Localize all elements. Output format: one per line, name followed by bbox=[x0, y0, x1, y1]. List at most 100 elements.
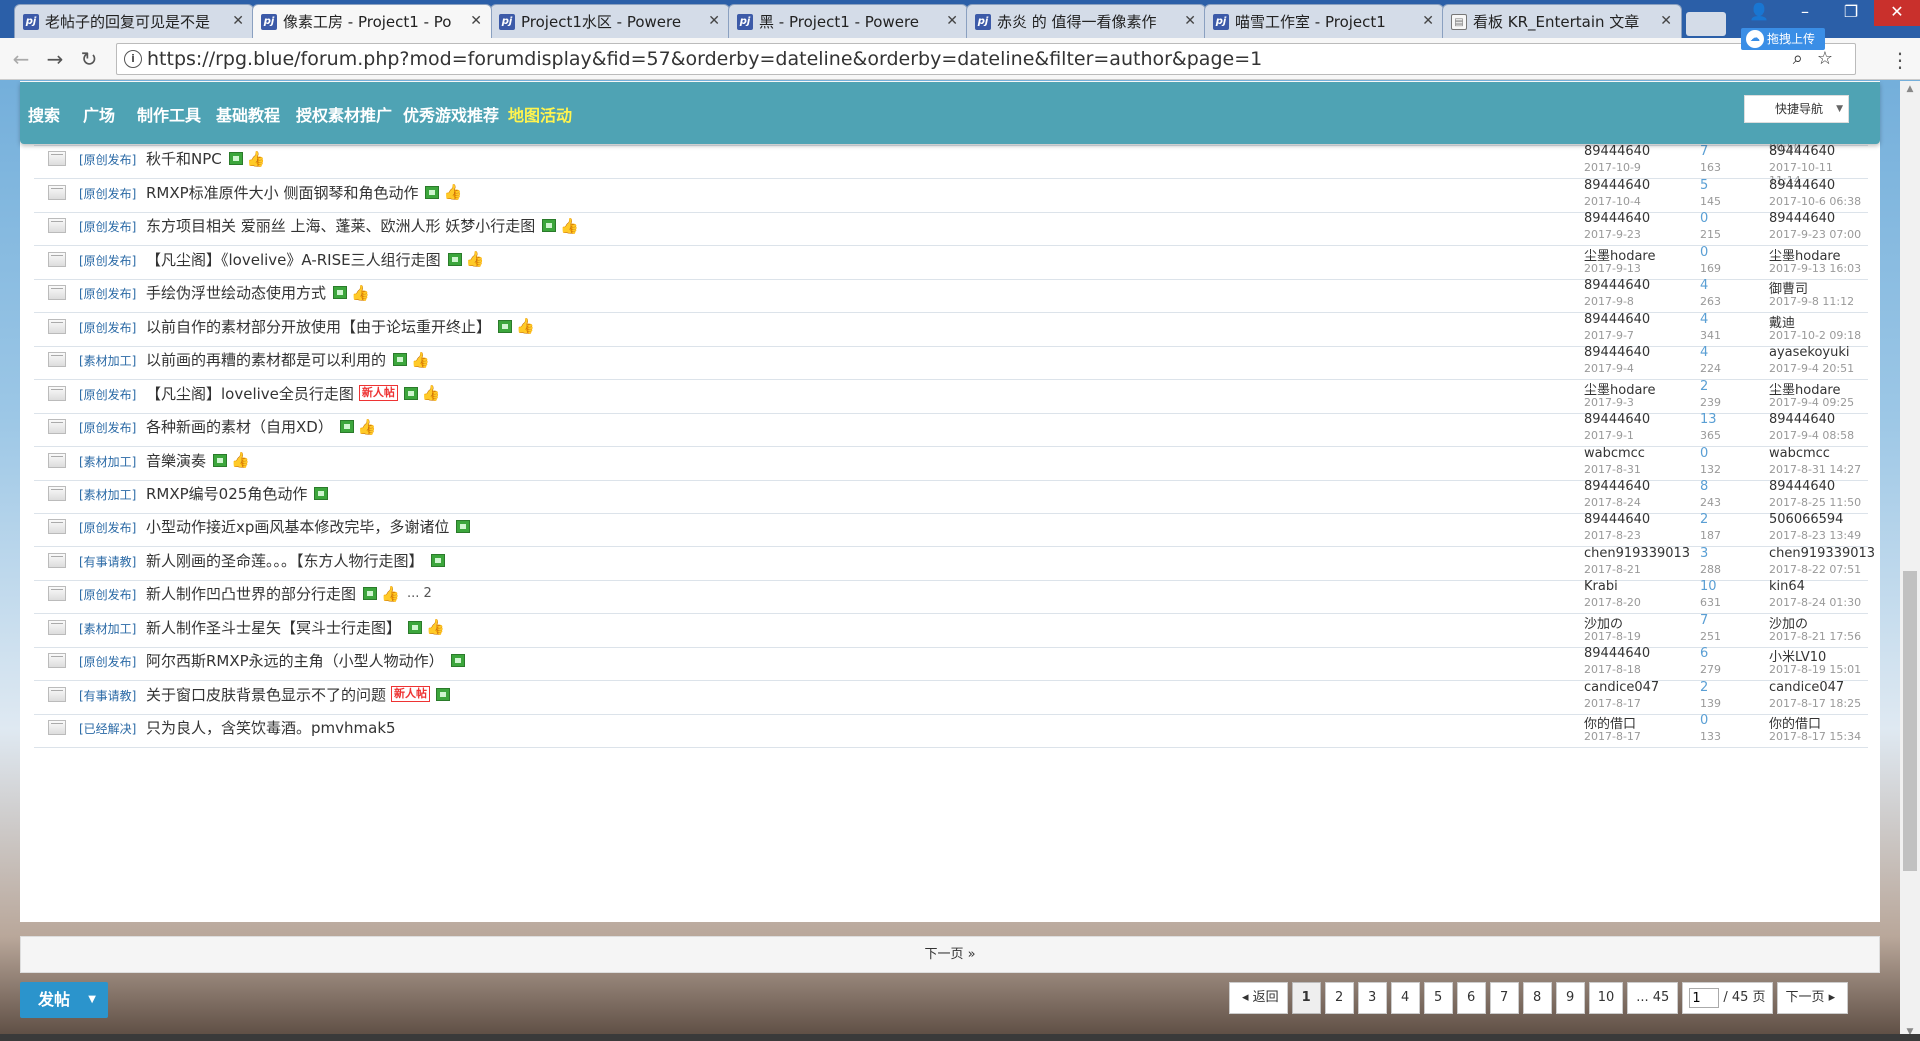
thread-reply-count[interactable]: 6 bbox=[1700, 646, 1708, 661]
thread-last-poster[interactable]: 89444640 bbox=[1769, 479, 1835, 494]
page-number-button[interactable]: 9 bbox=[1555, 982, 1585, 1014]
forum-nav-item[interactable]: 搜索 bbox=[28, 102, 60, 126]
thread-category[interactable]: [原创发布] bbox=[79, 185, 136, 202]
scroll-thumb[interactable] bbox=[1903, 571, 1917, 871]
thread-author[interactable]: 89444640 bbox=[1584, 278, 1650, 293]
thread-last-poster[interactable]: chen919339013 bbox=[1769, 546, 1875, 561]
folder-icon[interactable] bbox=[48, 218, 66, 234]
page-scrollbar[interactable]: ▲ ▼ bbox=[1900, 81, 1920, 1041]
thread-category[interactable]: [原创发布] bbox=[79, 586, 136, 603]
maximize-button[interactable]: ❐ bbox=[1828, 0, 1874, 26]
info-icon[interactable]: i bbox=[124, 50, 142, 68]
folder-icon[interactable] bbox=[48, 720, 66, 736]
minimize-button[interactable]: – bbox=[1782, 0, 1828, 26]
close-tab-icon[interactable]: ✕ bbox=[232, 13, 244, 29]
thread-reply-count[interactable]: 4 bbox=[1700, 345, 1708, 360]
thread-reply-count[interactable]: 8 bbox=[1700, 479, 1708, 494]
thread-category[interactable]: [原创发布] bbox=[79, 285, 136, 302]
page-number-button[interactable]: 10 bbox=[1588, 982, 1624, 1014]
forum-nav-item[interactable]: 广场 bbox=[83, 102, 115, 126]
folder-icon[interactable] bbox=[48, 184, 66, 200]
thread-author[interactable]: candice047 bbox=[1584, 680, 1659, 695]
page-number-button[interactable]: 8 bbox=[1522, 982, 1552, 1014]
folder-icon[interactable] bbox=[48, 452, 66, 468]
thread-last-poster[interactable]: 89444640 bbox=[1769, 144, 1835, 159]
thread-title-link[interactable]: 音樂演奏 bbox=[146, 450, 206, 471]
back-arrow-icon[interactable]: ← bbox=[4, 47, 38, 71]
thread-category[interactable]: [原创发布] bbox=[79, 151, 136, 168]
thread-author[interactable]: 89444640 bbox=[1584, 144, 1650, 159]
close-window-button[interactable]: ✕ bbox=[1874, 0, 1920, 26]
forum-nav-item[interactable]: 制作工具 bbox=[137, 102, 201, 126]
thread-category[interactable]: [素材加工] bbox=[79, 352, 136, 369]
browser-tab[interactable]: pj Project1水区 - Powere ✕ bbox=[490, 4, 730, 38]
page-number-button[interactable]: 1 bbox=[1291, 982, 1321, 1014]
page-number-button[interactable]: 2 bbox=[1324, 982, 1354, 1014]
forum-nav-item[interactable]: 授权素材推广 bbox=[296, 102, 392, 126]
folder-icon[interactable] bbox=[48, 686, 66, 702]
page-number-button[interactable]: 7 bbox=[1489, 982, 1519, 1014]
thread-title-link[interactable]: 关于窗口皮肤背景色显示不了的问题 bbox=[146, 684, 386, 705]
thread-reply-count[interactable]: 4 bbox=[1700, 312, 1708, 327]
thread-last-poster[interactable]: ayasekoyuki bbox=[1769, 345, 1850, 360]
thread-last-poster[interactable]: candice047 bbox=[1769, 680, 1844, 695]
thread-reply-count[interactable]: 2 bbox=[1700, 379, 1708, 394]
thread-category[interactable]: [已经解决] bbox=[79, 720, 136, 737]
close-tab-icon[interactable]: ✕ bbox=[1184, 13, 1196, 29]
close-tab-icon[interactable]: ✕ bbox=[946, 13, 958, 29]
browser-tab[interactable]: pj 老帖子的回复可见是不是 ✕ bbox=[14, 4, 254, 38]
thread-last-poster[interactable]: 506066594 bbox=[1769, 512, 1843, 527]
folder-icon[interactable] bbox=[48, 619, 66, 635]
thread-title-link[interactable]: 以前画的再糟的素材都是可以利用的 bbox=[146, 349, 386, 370]
thread-title-link[interactable]: RMXP标准原件大小 侧面钢琴和角色动作 bbox=[146, 182, 418, 203]
thread-title-link[interactable]: 以前自作的素材部分开放使用【由于论坛重开终止】 bbox=[146, 316, 491, 337]
thread-reply-count[interactable]: 7 bbox=[1700, 613, 1708, 628]
thread-author[interactable]: 89444640 bbox=[1584, 312, 1650, 327]
close-tab-icon[interactable]: ✕ bbox=[470, 13, 482, 29]
thread-author[interactable]: chen919339013 bbox=[1584, 546, 1690, 561]
thread-reply-count[interactable]: 3 bbox=[1700, 546, 1708, 561]
quick-nav-dropdown[interactable]: 快捷导航 ▼ bbox=[1744, 95, 1849, 123]
thread-category[interactable]: [素材加工] bbox=[79, 620, 136, 637]
thread-reply-count[interactable]: 5 bbox=[1700, 178, 1708, 193]
thread-reply-count[interactable]: 0 bbox=[1700, 713, 1708, 728]
thread-last-time[interactable]: 2017-8-17 15:34 bbox=[1769, 730, 1861, 743]
thread-title-link[interactable]: 秋千和NPC bbox=[146, 148, 222, 169]
thread-author[interactable]: 89444640 bbox=[1584, 211, 1650, 226]
thread-author[interactable]: 89444640 bbox=[1584, 178, 1650, 193]
thread-reply-count[interactable]: 2 bbox=[1700, 680, 1708, 695]
folder-icon[interactable] bbox=[48, 485, 66, 501]
zoom-icon[interactable]: ⌕ bbox=[1793, 48, 1817, 69]
thread-author[interactable]: 89444640 bbox=[1584, 345, 1650, 360]
page-number-button[interactable]: 3 bbox=[1357, 982, 1387, 1014]
thread-pages-link[interactable]: ... 2 bbox=[407, 586, 432, 601]
thread-title-link[interactable]: 东方项目相关 爱丽丝 上海、蓬莱、欧洲人形 妖梦小行走图 bbox=[146, 215, 535, 236]
thread-category[interactable]: [原创发布] bbox=[79, 419, 136, 436]
thread-reply-count[interactable]: 13 bbox=[1700, 412, 1717, 427]
thread-title-link[interactable]: 只为良人，含笑饮毒酒。pmvhmak5 bbox=[146, 717, 396, 738]
thread-author[interactable]: 89444640 bbox=[1584, 479, 1650, 494]
folder-icon[interactable] bbox=[48, 318, 66, 334]
thread-reply-count[interactable]: 2 bbox=[1700, 512, 1708, 527]
thread-reply-count[interactable]: 0 bbox=[1700, 446, 1708, 461]
thread-title-link[interactable]: 【凡尘阁】《lovelive》A-RISE三人组行走图 bbox=[146, 249, 441, 270]
thread-last-poster[interactable]: kin64 bbox=[1769, 579, 1805, 594]
thread-reply-count[interactable]: 4 bbox=[1700, 278, 1708, 293]
thread-author[interactable]: 89444640 bbox=[1584, 512, 1650, 527]
thread-last-poster[interactable]: 89444640 bbox=[1769, 211, 1835, 226]
thread-category[interactable]: [原创发布] bbox=[79, 653, 136, 670]
thread-category[interactable]: [原创发布] bbox=[79, 252, 136, 269]
page-number-button[interactable]: 6 bbox=[1456, 982, 1486, 1014]
new-tab-button[interactable] bbox=[1686, 12, 1726, 36]
thread-reply-count[interactable]: 0 bbox=[1700, 211, 1708, 226]
thread-last-poster[interactable]: 89444640 bbox=[1769, 178, 1835, 193]
thread-author[interactable]: Krabi bbox=[1584, 579, 1618, 594]
thread-title-link[interactable]: 新人刚画的圣命莲。。。【东方人物行走图】 bbox=[146, 550, 424, 571]
thread-reply-count[interactable]: 0 bbox=[1700, 245, 1708, 260]
thread-category[interactable]: [原创发布] bbox=[79, 519, 136, 536]
next-page-button[interactable]: 下一页 ▸ bbox=[1776, 982, 1849, 1014]
thread-title-link[interactable]: 小型动作接近xp画风基本修改完毕，多谢诸位 bbox=[146, 516, 449, 537]
url-text[interactable]: https://rpg.blue/forum.php?mod=forumdisp… bbox=[147, 48, 1262, 70]
thread-title-link[interactable]: RMXP编号025角色动作 bbox=[146, 483, 307, 504]
browser-tab[interactable]: pj 赤炎 的 值得一看像素作 ✕ bbox=[966, 4, 1206, 38]
